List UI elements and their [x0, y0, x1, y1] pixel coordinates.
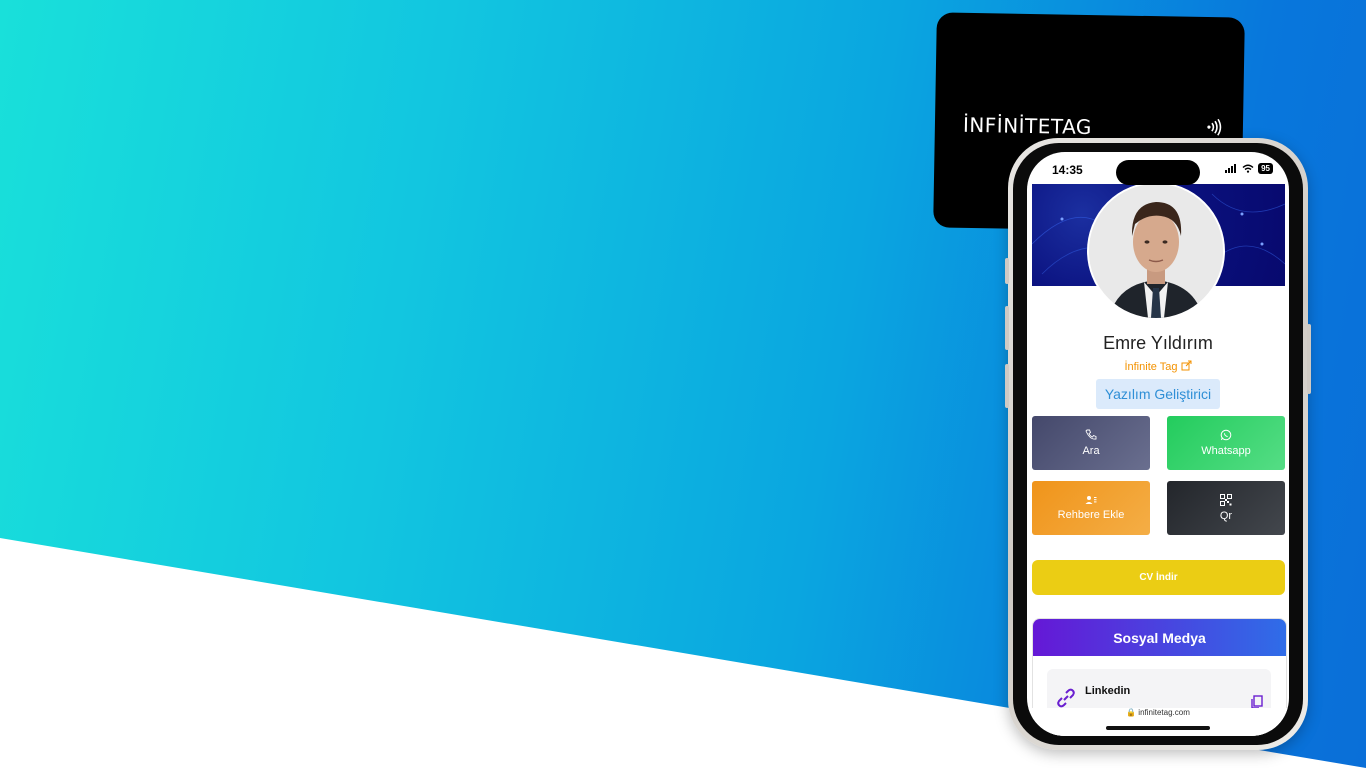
phone-screen: 14:35 95 Emre Yıldırım İnfinite Tag Yazı…	[1027, 152, 1289, 736]
qr-icon	[1220, 494, 1232, 506]
copy-icon[interactable]	[1251, 695, 1263, 709]
profile-company-link[interactable]: İnfinite Tag	[1027, 360, 1289, 373]
status-time: 14:35	[1052, 163, 1083, 177]
phone-volume-up-button	[1005, 306, 1009, 350]
status-icons: 95	[1225, 163, 1273, 174]
phone-icon	[1085, 429, 1097, 440]
phone-side-button	[1005, 258, 1009, 284]
home-indicator	[1106, 726, 1210, 730]
phone-volume-down-button	[1005, 364, 1009, 408]
external-link-icon	[1181, 360, 1192, 371]
qr-button[interactable]: Qr	[1167, 481, 1285, 535]
browser-url: infinitetag.com	[1138, 708, 1190, 717]
phone-mockup: 14:35 95 Emre Yıldırım İnfinite Tag Yazı…	[1005, 138, 1311, 750]
add-contact-button[interactable]: Rehbere Ekle	[1032, 481, 1150, 535]
add-contact-label: Rehbere Ekle	[1057, 509, 1125, 521]
wifi-icon	[1242, 164, 1254, 173]
profile-job-title: Yazılım Geliştirici	[1096, 379, 1220, 409]
dynamic-island	[1116, 160, 1200, 185]
profile-avatar	[1087, 182, 1225, 320]
social-item-label: Linkedin	[1085, 685, 1131, 697]
add-contact-icon	[1085, 496, 1097, 504]
nfc-icon	[1207, 118, 1222, 136]
battery-indicator: 95	[1258, 163, 1273, 174]
card-brand-text: İNFİNİTETAG	[962, 112, 1093, 140]
call-button[interactable]: Ara	[1032, 416, 1150, 470]
browser-address-bar[interactable]: 🔒 infinitetag.com	[1027, 708, 1289, 736]
cv-download-button[interactable]: CV İndir	[1032, 560, 1285, 595]
avatar-portrait	[1089, 184, 1223, 318]
company-label: İnfinite Tag	[1124, 361, 1178, 373]
whatsapp-button[interactable]: Whatsapp	[1167, 416, 1285, 470]
whatsapp-label: Whatsapp	[1201, 445, 1251, 457]
phone-power-button	[1307, 324, 1311, 394]
lock-icon: 🔒	[1126, 708, 1137, 717]
call-label: Ara	[1082, 445, 1100, 457]
profile-name: Emre Yıldırım	[1103, 333, 1213, 353]
qr-label: Qr	[1219, 510, 1233, 522]
whatsapp-icon	[1220, 429, 1232, 441]
social-media-heading: Sosyal Medya	[1033, 619, 1286, 656]
link-icon	[1057, 688, 1075, 708]
signal-icon	[1225, 164, 1237, 173]
